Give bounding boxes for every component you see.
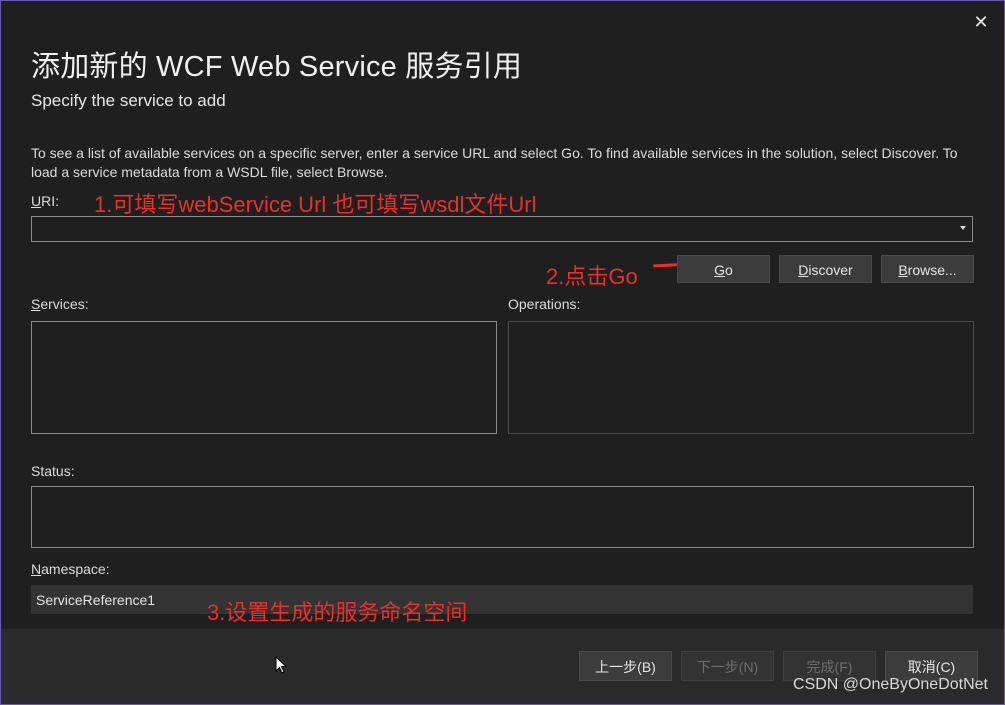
browse-button[interactable]: Browse... xyxy=(881,255,974,283)
chevron-down-icon[interactable] xyxy=(960,226,966,230)
uri-input[interactable] xyxy=(32,217,944,239)
go-button[interactable]: Go xyxy=(677,255,770,283)
add-service-reference-dialog: ✕ 添加新的 WCF Web Service 服务引用 Specify the … xyxy=(0,0,1005,705)
namespace-field[interactable] xyxy=(31,585,973,614)
mouse-cursor-icon xyxy=(275,656,287,674)
status-label: Status: xyxy=(31,463,75,479)
namespace-label: Namespace: xyxy=(31,561,110,577)
status-textbox[interactable] xyxy=(31,486,974,548)
next-button[interactable]: 下一步(N) xyxy=(681,651,774,681)
previous-button[interactable]: 上一步(B) xyxy=(579,651,672,681)
dialog-subtitle: Specify the service to add xyxy=(31,91,226,110)
discover-button[interactable]: Discover xyxy=(779,255,872,283)
services-label: Services: xyxy=(31,296,89,312)
instructions-text: To see a list of available services on a… xyxy=(31,145,958,180)
services-tree[interactable] xyxy=(31,321,497,434)
dialog-title: 添加新的 WCF Web Service 服务引用 xyxy=(31,51,523,83)
go-annotation: 2.点击Go xyxy=(546,264,638,289)
close-icon[interactable]: ✕ xyxy=(972,13,990,31)
uri-label: URI: xyxy=(31,193,60,209)
operations-list[interactable] xyxy=(508,321,974,434)
operations-label: Operations: xyxy=(508,296,581,312)
watermark: CSDN @OneByOneDotNet xyxy=(793,676,988,693)
uri-combobox[interactable] xyxy=(31,216,973,242)
namespace-annotation: 3.设置生成的服务命名空间 xyxy=(207,600,468,625)
uri-annotation: 1.可填写webService Url 也可填写wsdl文件Url xyxy=(94,192,537,217)
